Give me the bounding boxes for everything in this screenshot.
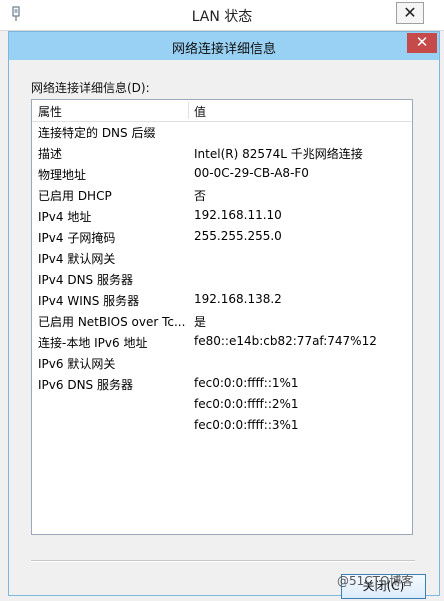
list-item[interactable]: 物理地址 00-0C-29-CB-A8-F0	[32, 163, 412, 184]
lan-status-close-button[interactable]: ✕	[396, 2, 424, 24]
value-cell: 192.168.138.2	[194, 292, 282, 306]
list-item[interactable]: 描述 Intel(R) 82574L 千兆网络连接	[32, 142, 412, 163]
property-cell: 物理地址	[38, 168, 87, 182]
value-cell: 是	[194, 315, 207, 329]
property-cell: 已启用 NetBIOS over Tc...	[38, 315, 186, 329]
property-cell: IPv6 默认网关	[38, 357, 116, 371]
dialog-title: 网络连接详细信息	[171, 42, 276, 57]
list-item[interactable]: IPv6 DNS 服务器 fec0:0:0:ffff::1%1	[32, 373, 412, 394]
value-cell: Intel(R) 82574L 千兆网络连接	[194, 147, 363, 161]
list-header: 属性 值	[32, 100, 412, 122]
property-cell: IPv6 DNS 服务器	[38, 378, 133, 392]
value-cell: fec0:0:0:ffff::2%1	[194, 397, 299, 411]
value-cell: fec0:0:0:ffff::3%1	[194, 418, 299, 432]
value-cell: fec0:0:0:ffff::1%1	[194, 376, 299, 390]
value-cell: 00-0C-29-CB-A8-F0	[194, 166, 309, 180]
list-item[interactable]: 连接特定的 DNS 后缀	[32, 121, 412, 142]
column-header-value[interactable]: 值	[194, 103, 206, 120]
property-cell: 连接特定的 DNS 后缀	[38, 126, 156, 140]
list-item[interactable]: 连接-本地 IPv6 地址 fe80::e14b:cb82:77af:747%12	[32, 331, 412, 352]
dialog-separator	[31, 560, 415, 562]
watermark: @51CTO博客	[337, 574, 414, 588]
property-cell: IPv4 DNS 服务器	[38, 273, 133, 287]
value-cell: 192.168.11.10	[194, 208, 282, 222]
list-item[interactable]: 已启用 DHCP 否	[32, 184, 412, 205]
lan-status-titlebar: LAN 状态 ✕	[0, 0, 444, 31]
property-cell: IPv4 地址	[38, 210, 92, 224]
property-cell: 连接-本地 IPv6 地址	[38, 336, 148, 350]
value-cell: 255.255.255.0	[194, 229, 282, 243]
details-listview[interactable]: 属性 值 连接特定的 DNS 后缀 描述 Intel(R) 82574L 千兆网络连…	[31, 99, 413, 535]
property-cell: IPv4 WINS 服务器	[38, 294, 140, 308]
value-cell: fe80::e14b:cb82:77af:747%12	[194, 334, 377, 348]
list-item[interactable]: IPv6 默认网关	[32, 352, 412, 373]
dialog-body: 网络连接详细信息(D): 属性 值 连接特定的 DNS 后缀 描述 Intel(R)…	[9, 60, 439, 599]
dialog-titlebar[interactable]: 网络连接详细信息 ✕	[9, 32, 439, 60]
list-item[interactable]: IPv4 子网掩码 255.255.255.0	[32, 226, 412, 247]
list-item[interactable]: IPv4 默认网关	[32, 247, 412, 268]
property-cell: IPv4 默认网关	[38, 252, 116, 266]
property-cell: IPv4 子网掩码	[38, 231, 116, 245]
list-item[interactable]: fec0:0:0:ffff::2%1	[32, 394, 412, 415]
network-details-dialog: 网络连接详细信息 ✕ 网络连接详细信息(D): 属性 值 连接特定的 DNS 后…	[8, 31, 440, 599]
value-cell: 否	[194, 189, 207, 203]
property-cell: 已启用 DHCP	[38, 189, 112, 203]
list-item[interactable]: IPv4 WINS 服务器 192.168.138.2	[32, 289, 412, 310]
dialog-close-x-button[interactable]: ✕	[407, 33, 437, 53]
details-list-label: 网络连接详细信息(D):	[31, 81, 150, 95]
property-cell: 描述	[38, 147, 63, 161]
list-item[interactable]: IPv4 DNS 服务器	[32, 268, 412, 289]
list-item[interactable]: fec0:0:0:ffff::3%1	[32, 415, 412, 436]
list-item[interactable]: 已启用 NetBIOS over Tc... 是	[32, 310, 412, 331]
column-divider[interactable]	[188, 102, 189, 119]
lan-status-title: LAN 状态	[191, 9, 253, 25]
list-item[interactable]: IPv4 地址 192.168.11.10	[32, 205, 412, 226]
column-header-property[interactable]: 属性	[38, 103, 62, 120]
